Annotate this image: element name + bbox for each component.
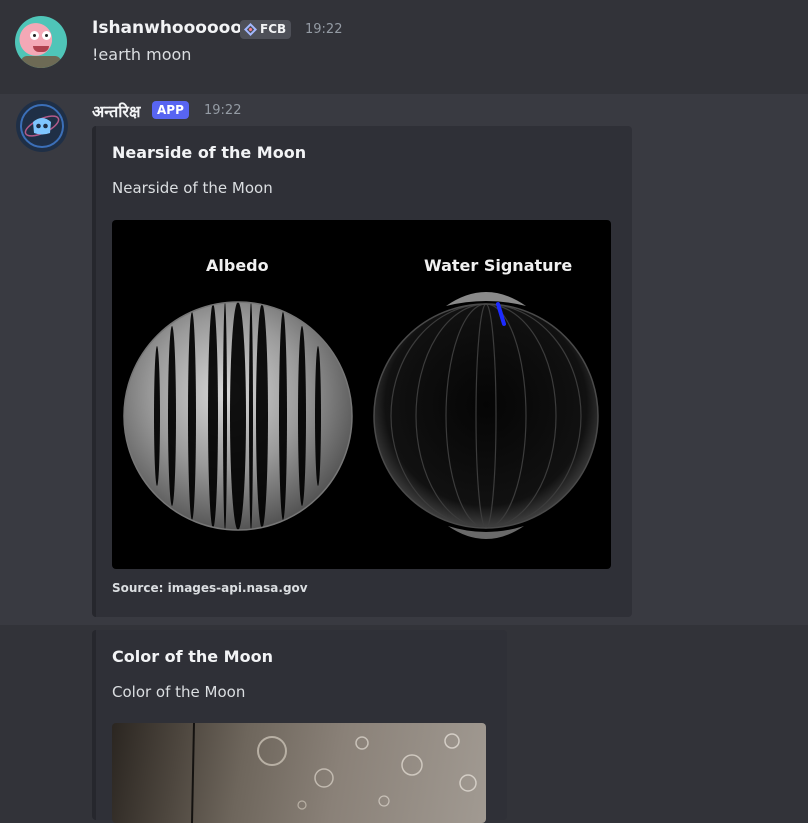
embed-card: Color of the Moon Color of the Moon bbox=[92, 630, 507, 823]
guild-tag-icon bbox=[244, 23, 257, 36]
embed-description: Nearside of the Moon bbox=[112, 179, 273, 197]
message-content: !earth moon bbox=[92, 45, 192, 64]
message-user: Ishanwhoooooo? FCB 19:22 !earth moon bbox=[0, 0, 808, 94]
embed-image[interactable]: Albedo Water Signature bbox=[112, 220, 611, 569]
author-name[interactable]: Ishanwhoooooo? bbox=[92, 18, 252, 38]
embed-image[interactable] bbox=[112, 723, 486, 823]
embed-footer: Source: images-api.nasa.gov bbox=[112, 581, 308, 595]
message-bot-continued: Color of the Moon Color of the Moon bbox=[0, 625, 808, 823]
embed-card: Nearside of the Moon Nearside of the Moo… bbox=[92, 126, 632, 617]
user-avatar[interactable] bbox=[15, 16, 67, 68]
embed-title[interactable]: Nearside of the Moon bbox=[112, 143, 306, 162]
embed-title[interactable]: Color of the Moon bbox=[112, 647, 273, 666]
moon-surface-graphic bbox=[191, 723, 477, 823]
app-badge: APP bbox=[152, 101, 189, 119]
guild-tag[interactable]: FCB bbox=[240, 20, 292, 39]
guild-tag-label: FCB bbox=[260, 22, 287, 36]
bot-name[interactable]: अन्तरिक्ष bbox=[92, 100, 140, 122]
timestamp[interactable]: 19:22 bbox=[204, 103, 241, 118]
moon-maps-graphic bbox=[123, 292, 599, 539]
bot-avatar[interactable] bbox=[16, 100, 68, 152]
message-bot: अन्तरिक्ष APP 19:22 Nearside of the Moon… bbox=[0, 94, 808, 625]
bot-logo-icon bbox=[20, 104, 64, 148]
timestamp[interactable]: 19:22 bbox=[305, 22, 342, 37]
embed-description: Color of the Moon bbox=[112, 683, 246, 701]
